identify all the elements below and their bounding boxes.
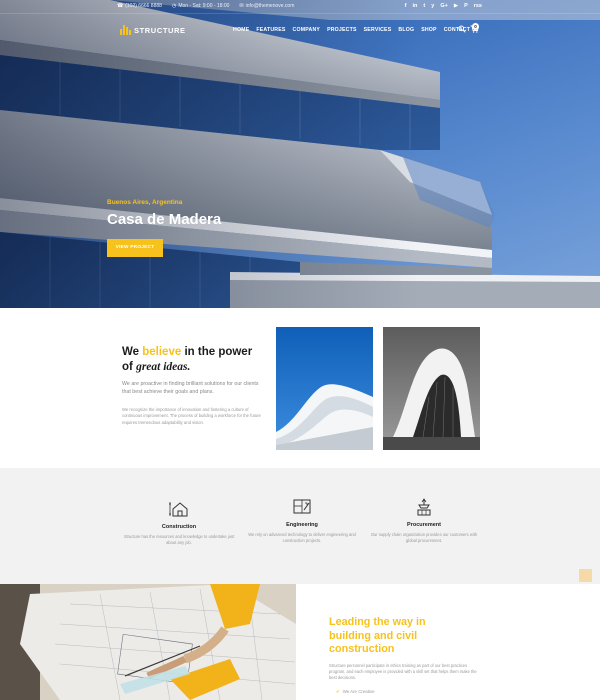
yelp-icon[interactable]: y (431, 3, 434, 9)
about-heading-line2-pre: of (122, 361, 133, 373)
hero-overlay (0, 0, 600, 308)
cart-count-badge: 0 (472, 23, 479, 30)
nav-item-features[interactable]: FEATURES (256, 27, 285, 33)
pinterest-icon[interactable]: P (464, 3, 468, 9)
service-title: Procurement (407, 522, 441, 528)
google-plus-icon[interactable]: G+ (440, 3, 448, 9)
nav-item-blog[interactable]: BLOG (398, 27, 414, 33)
twitter-icon[interactable]: t (423, 3, 425, 9)
hero-location: Buenos Aires, Argentina (107, 199, 183, 206)
leading-check-item: ✔ We Are Creative (336, 689, 375, 695)
contact-info: ☎ (102) 6666 8888 ◷ Mon - Sat: 9:00 - 18:0… (117, 3, 294, 9)
about-lead-text: We are proactive in finding brilliant so… (122, 381, 259, 395)
leading-heading: Leading the way in building and civil co… (329, 616, 426, 655)
mail-icon: ✉ (239, 3, 244, 9)
check-label: We Are Creative (342, 689, 375, 694)
service-description: We rely on advanced technology to delive… (248, 532, 356, 544)
architecture-photo-blue[interactable] (276, 327, 373, 450)
facebook-icon[interactable]: f (405, 3, 407, 9)
architecture-photo-bw[interactable] (383, 327, 480, 450)
phone-icon: ☎ (117, 3, 124, 9)
site-logo[interactable]: STRUCTURE (120, 25, 186, 35)
nav-item-contact[interactable]: CONTACT (444, 27, 470, 33)
scroll-to-top-button[interactable] (579, 569, 592, 582)
youtube-icon[interactable]: ▶ (454, 3, 458, 9)
nav-item-company[interactable]: COMPANY (293, 27, 321, 33)
architecture-photo-blue-image (276, 327, 373, 450)
linkedin-icon[interactable]: in (413, 3, 418, 9)
main-navigation: STRUCTURE HOME FEATURES COMPANY PROJECTS… (0, 20, 600, 42)
view-project-button[interactable]: VIEW PROJECT (107, 239, 163, 257)
logo-text: STRUCTURE (134, 25, 186, 35)
hero-title: Casa de Madera (107, 211, 222, 228)
top-contact-bar: ☎ (102) 6666 8888 ◷ Mon - Sat: 9:00 - 18:0… (0, 0, 600, 14)
about-heading: We believe in the power of great ideas. (122, 345, 252, 375)
service-construction[interactable]: Construction Structure has the resources… (114, 500, 244, 547)
about-heading-emphasis: great ideas. (136, 361, 191, 373)
about-body-text: We recognize the importance of innovatio… (122, 407, 261, 425)
leading-text: Structure personnel participate in ethic… (329, 663, 477, 681)
about-heading-pre: We (122, 346, 140, 358)
service-description: Our supply chain organization provides o… (370, 532, 478, 544)
service-description: Structure has the resources and knowledg… (123, 534, 235, 546)
house-plan-icon (169, 502, 188, 517)
service-title: Engineering (286, 522, 318, 528)
service-procurement[interactable]: Procurement Our supply chain organizatio… (359, 498, 489, 545)
service-title: Construction (161, 524, 197, 530)
hero-section: ☎ (102) 6666 8888 ◷ Mon - Sat: 9:00 - 18:0… (0, 0, 600, 308)
nav-item-home[interactable]: HOME (233, 27, 249, 33)
about-heading-post: in the power (184, 346, 253, 358)
rss-icon[interactable]: rss (474, 3, 482, 9)
logo-mark-icon (120, 25, 131, 35)
phone-text: (102) 6666 8888 (125, 3, 162, 9)
nav-item-shop[interactable]: SHOP (421, 27, 437, 33)
search-icon[interactable] (458, 25, 466, 33)
check-icon: ✔ (336, 689, 340, 694)
nav-item-projects[interactable]: PROJECTS (327, 27, 357, 33)
crane-hook-icon (417, 498, 431, 516)
clock-icon: ◷ (171, 3, 177, 9)
hours-item: ◷ Mon - Sat: 9:00 - 18:00 (172, 3, 230, 9)
blueprint-icon (293, 499, 311, 514)
architecture-photo-bw-image (383, 327, 480, 450)
nav-menu: HOME FEATURES COMPANY PROJECTS SERVICES … (233, 27, 470, 33)
email-item[interactable]: ✉ info@themenove.com (239, 3, 294, 9)
social-links: f in t y G+ ▶ P rss (405, 3, 482, 9)
service-engineering[interactable]: Engineering We rely on advanced technolo… (237, 498, 367, 545)
about-heading-highlight: believe (142, 346, 182, 358)
blueprint-photo-image (0, 584, 296, 700)
hours-text: Mon - Sat: 9:00 - 18:00 (178, 3, 230, 9)
nav-item-services[interactable]: SERVICES (364, 27, 392, 33)
blueprint-photo (0, 584, 296, 700)
services-section: Construction Structure has the resources… (0, 468, 600, 584)
phone-item[interactable]: ☎ (102) 6666 8888 (117, 3, 162, 9)
hero-caption: Buenos Aires, Argentina Casa de Madera (107, 199, 221, 228)
email-text: info@themenove.com (245, 3, 295, 9)
